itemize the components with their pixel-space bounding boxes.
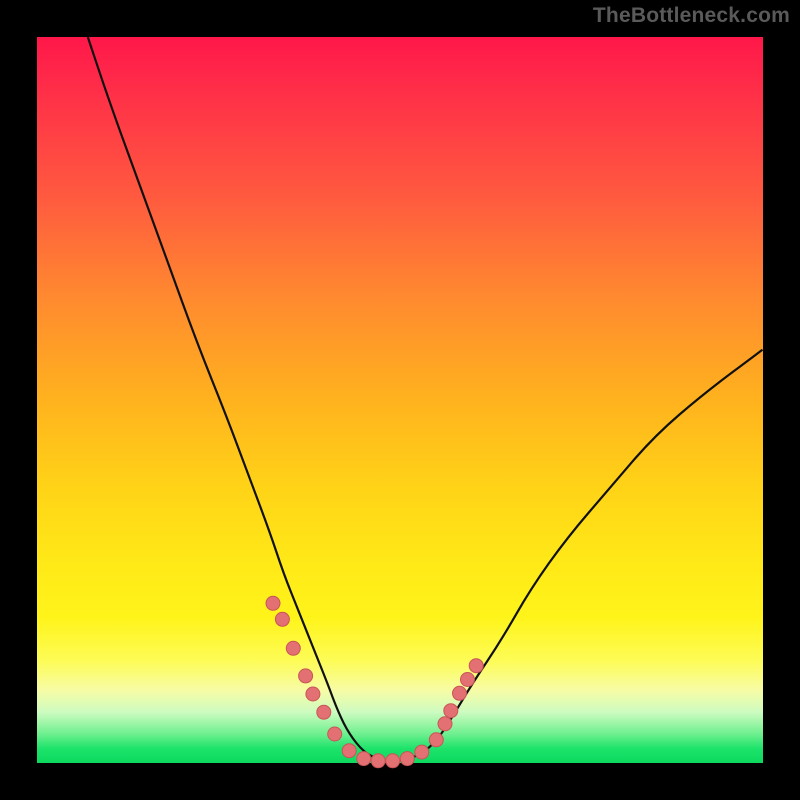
plot-area xyxy=(37,37,763,763)
bottleneck-curve xyxy=(88,37,763,761)
marker-dot xyxy=(371,754,385,768)
marker-dot xyxy=(461,673,475,687)
marker-dot xyxy=(438,717,452,731)
chart-svg xyxy=(37,37,763,763)
marker-dot xyxy=(306,687,320,701)
curve-markers xyxy=(266,596,483,768)
marker-dot xyxy=(415,745,429,759)
watermark-text: TheBottleneck.com xyxy=(593,4,790,28)
marker-dot xyxy=(444,704,458,718)
marker-dot xyxy=(275,612,289,626)
chart-frame xyxy=(18,18,782,782)
marker-dot xyxy=(299,669,313,683)
marker-dot xyxy=(357,752,371,766)
marker-dot xyxy=(453,686,467,700)
marker-dot xyxy=(266,596,280,610)
marker-dot xyxy=(469,659,483,673)
marker-dot xyxy=(400,752,414,766)
marker-dot xyxy=(328,727,342,741)
marker-dot xyxy=(386,754,400,768)
marker-dot xyxy=(286,641,300,655)
marker-dot xyxy=(429,733,443,747)
marker-dot xyxy=(317,705,331,719)
marker-dot xyxy=(342,744,356,758)
